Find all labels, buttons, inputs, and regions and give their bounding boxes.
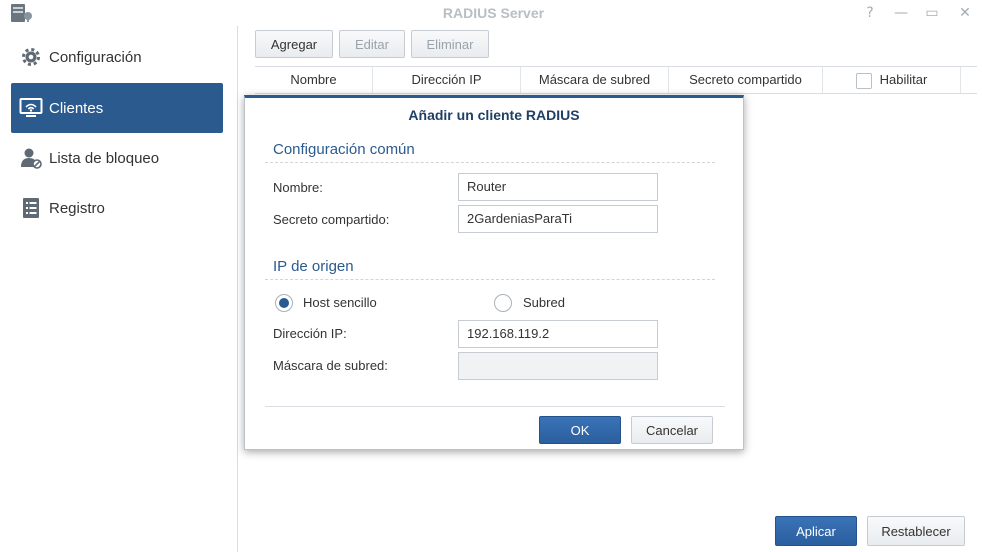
section-title-source-ip: IP de origen — [273, 258, 354, 275]
sidebar-item-label: Clientes — [49, 99, 104, 117]
sidebar-item-clientes[interactable]: Clientes — [11, 83, 223, 133]
name-label: Nombre: — [273, 180, 323, 195]
column-header-nombre[interactable]: Nombre — [255, 67, 373, 93]
reset-button[interactable]: Restablecer — [867, 516, 965, 546]
sidebar-item-label: Registro — [49, 199, 105, 217]
apply-button[interactable]: Aplicar — [775, 516, 857, 546]
column-header-direccion-ip[interactable]: Dirección IP — [373, 67, 521, 93]
sidebar: Configuración Clientes Lista de bloqueo — [0, 26, 238, 552]
sidebar-item-lista-de-bloqueo[interactable]: Lista de bloqueo — [11, 133, 223, 183]
sidebar-item-label: Configuración — [49, 48, 142, 66]
clients-table-header: Nombre Dirección IP Máscara de subred Se… — [255, 66, 977, 94]
column-header-habilitar[interactable]: Habilitar — [823, 67, 961, 93]
add-button[interactable]: Agregar — [255, 30, 333, 58]
edit-button[interactable]: Editar — [339, 30, 405, 58]
ip-address-input[interactable]: 192.168.119.2 — [458, 320, 658, 348]
subnet-label: Subred — [523, 295, 565, 310]
help-icon[interactable]: ? — [860, 3, 880, 23]
single-host-label: Host sencillo — [303, 295, 377, 310]
name-input[interactable]: Router — [458, 173, 658, 201]
cancel-button[interactable]: Cancelar — [631, 416, 713, 444]
ip-address-label: Dirección IP: — [273, 326, 347, 341]
column-header-label: Habilitar — [879, 72, 928, 87]
column-header-mascara[interactable]: Máscara de subred — [521, 67, 669, 93]
window-title: RADIUS Server — [442, 5, 545, 21]
user-block-icon — [19, 146, 43, 170]
minimize-icon[interactable]: — — [891, 3, 911, 23]
list-document-icon — [19, 196, 43, 220]
dialog-title: Añadir un cliente RADIUS — [408, 107, 580, 123]
section-title-common: Configuración común — [273, 141, 415, 158]
sidebar-item-label: Lista de bloqueo — [49, 149, 160, 167]
ok-button[interactable]: OK — [539, 416, 621, 444]
close-icon[interactable]: ✕ — [955, 3, 975, 23]
subnet-mask-label: Máscara de subred: — [273, 358, 388, 373]
sidebar-item-configuracion[interactable]: Configuración — [11, 32, 223, 82]
section-divider — [265, 162, 715, 163]
single-host-radio[interactable] — [275, 294, 293, 312]
section-divider — [265, 279, 715, 280]
subnet-mask-input[interactable] — [458, 352, 658, 380]
title-bar: RADIUS Server ? — ▭ ✕ — [0, 0, 987, 26]
monitor-wifi-icon — [19, 96, 43, 120]
delete-button[interactable]: Eliminar — [411, 30, 489, 58]
subnet-radio[interactable] — [494, 294, 512, 312]
enable-all-checkbox[interactable] — [855, 72, 872, 89]
maximize-icon[interactable]: ▭ — [922, 3, 942, 23]
gear-icon — [19, 45, 43, 69]
add-radius-client-dialog: Añadir un cliente RADIUS Configuración c… — [244, 95, 744, 450]
shared-secret-input[interactable]: 2GardeniasParaTi — [458, 205, 658, 233]
column-header-secreto[interactable]: Secreto compartido — [669, 67, 823, 93]
sidebar-item-registro[interactable]: Registro — [11, 183, 223, 233]
shared-secret-label: Secreto compartido: — [273, 212, 390, 227]
dialog-footer-divider — [265, 406, 725, 407]
